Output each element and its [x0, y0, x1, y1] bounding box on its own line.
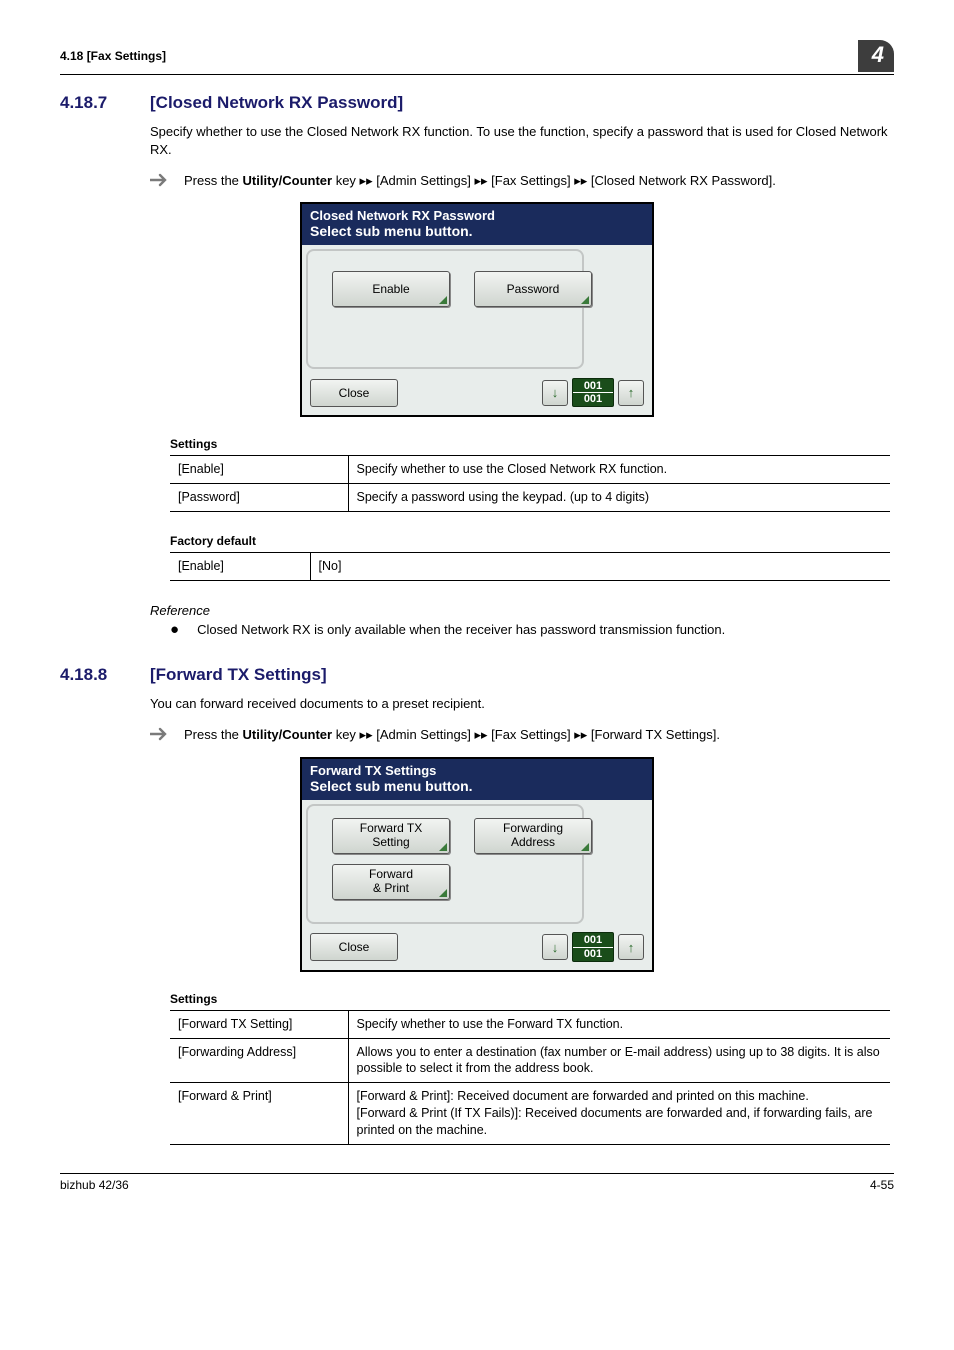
screen-closed-network: Closed Network RX Password Select sub me… — [300, 202, 654, 417]
page-top: 001 — [573, 380, 613, 392]
arrow-right-icon — [150, 173, 170, 187]
factory-table: [Enable][No] — [170, 552, 890, 581]
table-row: [Forward TX Setting]Specify whether to u… — [170, 1010, 890, 1038]
cell-key: [Forward & Print] — [170, 1083, 348, 1145]
cell-key: [Password] — [170, 484, 348, 512]
forwarding-address-button[interactable]: Forwarding Address — [474, 818, 592, 854]
forward-tx-setting-button[interactable]: Forward TX Setting — [332, 818, 450, 854]
section-number: 4.18.7 — [60, 93, 150, 113]
page-top: 001 — [573, 934, 613, 946]
screen-title: Closed Network RX Password — [310, 208, 644, 223]
section-intro: Specify whether to use the Closed Networ… — [150, 123, 894, 158]
instruction-text: Press the Utility/Counter key ▸▸ [Admin … — [184, 172, 776, 190]
bullet-icon: ● — [170, 622, 179, 637]
table-row: [Enable]Specify whether to use the Close… — [170, 456, 890, 484]
corner-icon — [439, 296, 447, 304]
table-row: [Enable][No] — [170, 553, 890, 581]
instr-bold: Utility/Counter — [243, 727, 333, 742]
instruction-row-2: Press the Utility/Counter key ▸▸ [Admin … — [150, 726, 894, 744]
btn-label: Forward & Print — [369, 868, 413, 894]
reference-block: Reference ● Closed Network RX is only av… — [150, 603, 894, 637]
table-row: [Forwarding Address]Allows you to enter … — [170, 1038, 890, 1083]
reference-label: Reference — [150, 603, 894, 618]
screen-title: Forward TX Settings — [310, 763, 644, 778]
page-bot: 001 — [573, 948, 613, 960]
page-footer: bizhub 42/36 4-55 — [60, 1173, 894, 1192]
btn-label: Forward TX Setting — [360, 822, 422, 848]
instruction-row-1: Press the Utility/Counter key ▸▸ [Admin … — [150, 172, 894, 190]
page-indicator: 001 001 — [572, 932, 614, 961]
instr-suffix: key ▸▸ [Admin Settings] ▸▸ [Fax Settings… — [332, 727, 720, 742]
panel-border — [306, 249, 584, 369]
chapter-badge: 4 — [858, 40, 894, 72]
cell-val: Specify whether to use the Forward TX fu… — [348, 1010, 890, 1038]
settings-label: Settings — [170, 992, 894, 1006]
screen-header: Closed Network RX Password Select sub me… — [302, 204, 652, 245]
close-button[interactable]: Close — [310, 379, 398, 407]
nav-up-button[interactable]: ↑ — [618, 934, 644, 960]
instr-prefix: Press the — [184, 727, 243, 742]
reference-text: Closed Network RX is only available when… — [197, 622, 725, 637]
enable-button[interactable]: Enable — [332, 271, 450, 307]
nav-down-button[interactable]: ↓ — [542, 934, 568, 960]
corner-icon — [439, 843, 447, 851]
settings-label: Settings — [170, 437, 894, 451]
btn-label: Forwarding Address — [503, 822, 563, 848]
nav-down-button[interactable]: ↓ — [542, 380, 568, 406]
screen-subtitle: Select sub menu button. — [310, 223, 644, 239]
table-row: [Forward & Print][Forward & Print]: Rece… — [170, 1083, 890, 1145]
footer-left: bizhub 42/36 — [60, 1178, 129, 1192]
factory-label: Factory default — [170, 534, 894, 548]
cell-key: [Enable] — [170, 553, 310, 581]
cell-val: [Forward & Print]: Received document are… — [348, 1083, 890, 1145]
instr-prefix: Press the — [184, 173, 243, 188]
nav-group: ↓ 001 001 ↑ — [542, 932, 644, 961]
header-section-left: 4.18 [Fax Settings] — [60, 49, 166, 63]
reference-item: ● Closed Network RX is only available wh… — [170, 622, 894, 637]
screen-subtitle: Select sub menu button. — [310, 778, 644, 794]
page-bot: 001 — [573, 393, 613, 405]
section-title: [Forward TX Settings] — [150, 665, 327, 685]
corner-icon — [439, 889, 447, 897]
screen-forward-tx: Forward TX Settings Select sub menu butt… — [300, 757, 654, 972]
close-button[interactable]: Close — [310, 933, 398, 961]
cell-val: Specify a password using the keypad. (up… — [348, 484, 890, 512]
page-header: 4.18 [Fax Settings] 4 — [60, 40, 894, 75]
cell-key: [Enable] — [170, 456, 348, 484]
section-heading-1: 4.18.7 [Closed Network RX Password] — [60, 93, 894, 113]
screen-body: Enable Password Close ↓ 001 001 ↑ — [302, 245, 652, 415]
btn-label: Close — [339, 940, 370, 954]
forward-print-button[interactable]: Forward & Print — [332, 864, 450, 900]
screen-header: Forward TX Settings Select sub menu butt… — [302, 759, 652, 800]
btn-label: Enable — [372, 283, 409, 296]
section-intro: You can forward received documents to a … — [150, 695, 894, 713]
cell-val: Allows you to enter a destination (fax n… — [348, 1038, 890, 1083]
nav-up-button[interactable]: ↑ — [618, 380, 644, 406]
instr-suffix: key ▸▸ [Admin Settings] ▸▸ [Fax Settings… — [332, 173, 776, 188]
footer-right: 4-55 — [870, 1178, 894, 1192]
password-button[interactable]: Password — [474, 271, 592, 307]
settings-table-1: [Enable]Specify whether to use the Close… — [170, 455, 890, 512]
arrow-right-icon — [150, 727, 170, 741]
section-title: [Closed Network RX Password] — [150, 93, 403, 113]
instr-bold: Utility/Counter — [243, 173, 333, 188]
section-heading-2: 4.18.8 [Forward TX Settings] — [60, 665, 894, 685]
btn-label: Password — [507, 283, 560, 296]
settings-table-2: [Forward TX Setting]Specify whether to u… — [170, 1010, 890, 1145]
table-row: [Password]Specify a password using the k… — [170, 484, 890, 512]
section-number: 4.18.8 — [60, 665, 150, 685]
cell-key: [Forwarding Address] — [170, 1038, 348, 1083]
cell-val: [No] — [310, 553, 890, 581]
cell-key: [Forward TX Setting] — [170, 1010, 348, 1038]
instruction-text: Press the Utility/Counter key ▸▸ [Admin … — [184, 726, 720, 744]
page-indicator: 001 001 — [572, 378, 614, 407]
btn-label: Close — [339, 386, 370, 400]
nav-group: ↓ 001 001 ↑ — [542, 378, 644, 407]
cell-val: Specify whether to use the Closed Networ… — [348, 456, 890, 484]
corner-icon — [581, 296, 589, 304]
corner-icon — [581, 843, 589, 851]
screen-body: Forward TX Setting Forwarding Address Fo… — [302, 800, 652, 970]
